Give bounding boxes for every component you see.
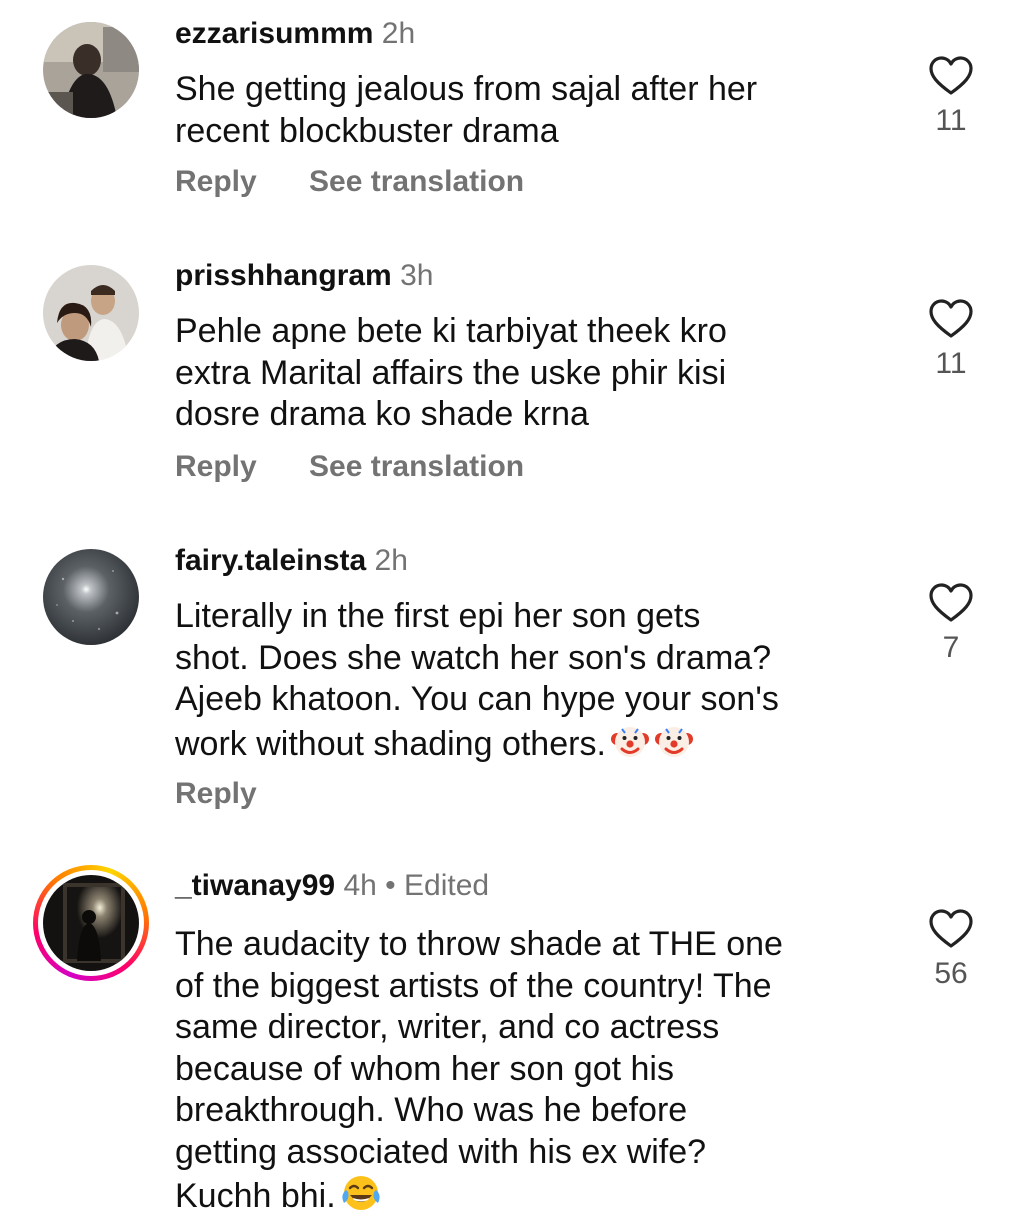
avatar[interactable] <box>43 549 139 645</box>
username[interactable]: _tiwanay99 <box>175 869 335 902</box>
story-ring[interactable] <box>33 865 149 981</box>
like-group: 56 <box>922 909 980 991</box>
username[interactable]: ezzarisummm <box>175 17 373 50</box>
comment-line: because of whom her son got his <box>175 1049 674 1088</box>
comment-meta: fairy.taleinsta 2h <box>175 543 408 579</box>
heart-outline-icon[interactable] <box>922 56 980 96</box>
reply-button[interactable]: Reply <box>175 449 257 485</box>
comment-line: shot. Does she watch her son's drama? <box>175 638 772 677</box>
comment-text: She getting jealous from sajal after her… <box>175 69 895 152</box>
separator-dot: • <box>385 869 396 902</box>
like-group: 7 <box>922 583 980 665</box>
comment-line: She getting jealous from sajal after her <box>175 70 758 108</box>
comment-line: Pehle apne bete ki tarbiyat theek kro <box>175 312 727 350</box>
reply-button[interactable]: Reply <box>175 164 257 200</box>
avatar <box>43 875 139 971</box>
face-with-tears-of-joy-emoji <box>340 1173 382 1224</box>
comment-meta: ezzarisummm 2h <box>175 16 415 52</box>
heart-outline-icon[interactable] <box>922 583 980 623</box>
like-group: 11 <box>922 299 980 381</box>
like-count: 56 <box>934 957 968 990</box>
comment-line: The audacity to throw shade at THE one <box>175 925 783 963</box>
comment-line: work without shading others. <box>175 721 895 772</box>
comment-line: of the biggest artists of the country! T… <box>175 966 772 1005</box>
username[interactable]: fairy.taleinsta <box>175 544 366 577</box>
avatar[interactable] <box>43 22 139 118</box>
clown-face-emoji <box>654 721 694 772</box>
heart-outline-icon[interactable] <box>922 909 980 949</box>
username[interactable]: prisshhangram <box>175 259 392 292</box>
like-group: 11 <box>922 56 980 138</box>
avatar[interactable] <box>43 265 139 361</box>
comment-line: Literally in the first epi her son gets <box>175 597 701 635</box>
like-count: 11 <box>935 347 967 380</box>
comment-text: The audacity to throw shade at THE one o… <box>175 924 915 1224</box>
comment-line: breakthrough. Who was he before <box>175 1091 688 1129</box>
comment-meta: _tiwanay99 4h • Edited <box>175 868 489 904</box>
comment-line-text: work without shading others. <box>175 724 606 763</box>
comment-line-text: Kuchh bhi. <box>175 1177 336 1216</box>
heart-outline-icon[interactable] <box>922 299 980 339</box>
comment-line: extra Marital affairs the uske phir kisi <box>175 353 727 392</box>
comment-line: getting associated with his ex wife? <box>175 1132 707 1171</box>
comment-line: recent blockbuster drama <box>175 111 559 150</box>
comment-actions: Reply See translation <box>175 449 524 485</box>
edited-label: Edited <box>404 869 490 902</box>
reply-button[interactable]: Reply <box>175 776 257 812</box>
timestamp: 4h <box>343 869 377 902</box>
comment-line: dosre drama ko shade krna <box>175 395 589 433</box>
timestamp: 2h <box>374 544 408 577</box>
like-count: 11 <box>935 104 967 137</box>
timestamp: 3h <box>400 259 434 292</box>
like-count: 7 <box>942 631 960 664</box>
comment-actions: Reply <box>175 776 257 812</box>
timestamp: 2h <box>381 17 416 50</box>
comment-line: Kuchh bhi. <box>175 1173 915 1224</box>
comment-text: Pehle apne bete ki tarbiyat theek kro ex… <box>175 311 895 436</box>
comment-line: same director, writer, and co actress <box>175 1008 720 1046</box>
clown-face-emoji <box>610 721 650 772</box>
see-translation-button[interactable]: See translation <box>309 449 524 485</box>
comment-text: Literally in the first epi her son gets … <box>175 596 895 771</box>
comment-meta: prisshhangram 3h <box>175 258 433 294</box>
comment-line: Ajeeb khatoon. You can hype your son's <box>175 680 779 718</box>
comment-actions: Reply See translation <box>175 164 524 200</box>
see-translation-button[interactable]: See translation <box>309 164 524 200</box>
